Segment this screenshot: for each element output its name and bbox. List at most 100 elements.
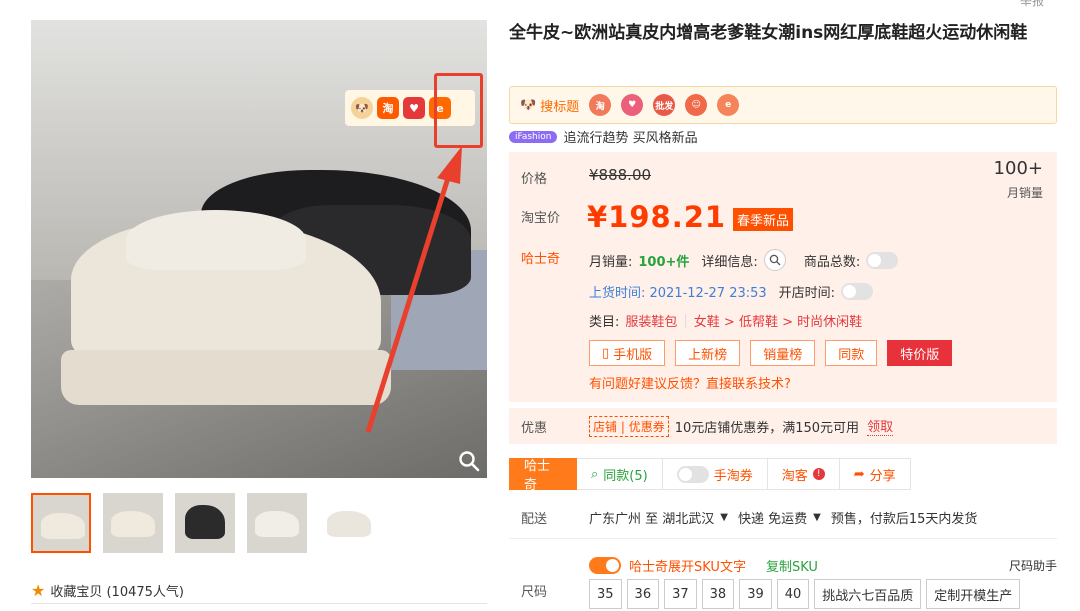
monthly-label: 月销量: <box>589 254 633 270</box>
hsq-label: 哈士奇 <box>521 252 561 267</box>
tab-hsq[interactable]: 哈士奇 <box>509 458 577 493</box>
monthly-sales-label: 月销量 <box>1006 186 1043 200</box>
hsq-stats-row: 月销量: 100+件 详细信息: 商品总数: <box>589 249 899 271</box>
thumbnail[interactable] <box>247 493 307 553</box>
thumbnail[interactable] <box>31 493 91 553</box>
alert-icon: ! <box>812 468 825 480</box>
total-toggle[interactable] <box>866 251 899 269</box>
tab-taoke[interactable]: 淘客 ! <box>767 458 840 490</box>
size-option[interactable]: 39 <box>739 579 772 609</box>
sku-expand-label: 哈士奇展开SKU文字 <box>629 560 746 575</box>
tab-taoquan[interactable]: 手淘券 <box>662 458 768 490</box>
alibaba-icon[interactable]: e <box>717 94 740 116</box>
shipping-row: 配送 广东广州 至 湖北武汉 ▼ 快递 免运费 ▼ 预售，付款后15天内发货 <box>509 508 1057 527</box>
tab-same-label: 同款(5) <box>603 468 648 484</box>
taobao-price-label: 淘宝价 <box>521 211 561 226</box>
total-label: 商品总数: <box>803 254 861 270</box>
tab-share-label: 分享 <box>869 468 896 484</box>
thumbnail[interactable] <box>319 493 379 553</box>
star-icon: ★ <box>31 581 46 600</box>
search-title-label: 搜标题 <box>540 99 580 115</box>
dog-icon: 🐶 <box>520 97 537 113</box>
shipping-method[interactable]: 快递 免运费 <box>738 508 807 527</box>
zoom-icon[interactable] <box>458 450 480 472</box>
sku-expand-toggle[interactable] <box>589 557 621 574</box>
tab-taoke-label: 淘客 <box>781 468 808 484</box>
shop-time-label: 开店时间: <box>778 286 836 301</box>
coupon-tag: 店铺 | 优惠券 <box>589 415 669 437</box>
coupon-row: 优惠 店铺 | 优惠券 10元店铺优惠券，满150元可用 领取 <box>509 408 1057 444</box>
size-options: 35 36 37 38 39 40 挑战六七百品质 定制开模生产 <box>589 579 1021 609</box>
tab-same[interactable]: ⌕ 同款(5) <box>577 458 663 490</box>
monthly-sales-value: 100+ <box>993 158 1043 179</box>
original-price: ¥888.00 <box>589 166 652 184</box>
same-item-button[interactable]: 同款 <box>825 340 878 366</box>
wholesale-icon[interactable]: 批发 <box>653 94 676 116</box>
size-option[interactable]: 35 <box>589 579 622 609</box>
sales-ranking-button[interactable]: 销量榜 <box>750 340 816 366</box>
chevron-down-icon[interactable]: ▼ <box>720 512 728 523</box>
thumbnail[interactable] <box>103 493 163 553</box>
tab-taoquan-label: 手淘券 <box>713 468 753 484</box>
thumbnail-list <box>31 493 379 553</box>
plugin-toolbar: 🐶 搜标题 淘 ♥ 批发 ☺ e <box>509 86 1057 124</box>
size-label: 尺码 <box>521 585 548 600</box>
product-page: 举报 🐶 淘 ♥ e ★ 收藏宝贝 (10475人气) 全牛皮~欧洲站真皮内增高… <box>0 0 1080 611</box>
share-icon: ➦ <box>853 466 865 482</box>
tab-share[interactable]: ➦ 分享 <box>839 458 911 490</box>
category-label: 类目: <box>589 315 620 330</box>
special-price-button[interactable]: 特价版 <box>887 340 953 366</box>
phone-icon: ▯ <box>602 345 610 361</box>
divider <box>31 603 487 604</box>
mobile-version-label: 手机版 <box>613 347 653 363</box>
sku-toolbar: 哈士奇展开SKU文字 复制SKU 尺码助手 <box>589 556 1057 575</box>
get-coupon-link[interactable]: 领取 <box>867 416 894 436</box>
taoquan-toggle[interactable] <box>676 465 709 483</box>
divider <box>509 538 1057 539</box>
favorite-button[interactable]: ★ 收藏宝贝 (10475人气) <box>31 581 184 600</box>
search-icon[interactable] <box>763 249 786 271</box>
size-option[interactable]: 挑战六七百品质 <box>814 579 922 609</box>
new-ranking-button[interactable]: 上新榜 <box>675 340 741 366</box>
ifashion-badge: iFashion <box>509 130 558 143</box>
fashion-banner[interactable]: iFashion 追流行趋势 买风格新品 <box>509 127 698 146</box>
search-title-button[interactable]: 🐶 搜标题 <box>520 96 579 115</box>
thumbnail[interactable] <box>175 493 235 553</box>
smile-icon[interactable]: ☺ <box>685 94 708 116</box>
price-label: 价格 <box>521 172 548 187</box>
product-title: 全牛皮~欧洲站真皮内增高老爹鞋女潮ins网红厚底鞋超火运动休闲鞋 <box>509 23 1028 43</box>
size-option[interactable]: 36 <box>626 579 660 609</box>
heart-icon[interactable]: ♥ <box>621 94 644 116</box>
category-path[interactable]: 女鞋 > 低帮鞋 > 时尚休闲鞋 <box>694 311 862 330</box>
shipping-label: 配送 <box>521 512 548 527</box>
fashion-text: 追流行趋势 买风格新品 <box>563 131 698 146</box>
plugin-tabs: 哈士奇 ⌕ 同款(5) 手淘券 淘客 ! ➦ 分享 <box>509 458 911 493</box>
shipping-note: 预售，付款后15天内发货 <box>830 512 978 527</box>
taobao-price: ¥198.21 <box>587 200 727 234</box>
hsq-time-row: 上货时间: 2021-12-27 23:53 开店时间: <box>589 282 874 301</box>
taobao-icon[interactable]: 淘 <box>589 94 612 116</box>
category-main[interactable]: 服装鞋包 <box>625 311 677 330</box>
spring-new-badge: 春季新品 <box>733 208 794 231</box>
coupon-text: 10元店铺优惠券，满150元可用 <box>674 420 860 436</box>
monthly-value: 100+件 <box>638 254 690 270</box>
feedback-link[interactable]: 有问题好建议反馈？直接联系技术? <box>589 373 791 392</box>
hsq-button-row: ▯ 手机版 上新榜 销量榜 同款 特价版 <box>589 340 953 366</box>
size-option[interactable]: 37 <box>664 579 697 609</box>
coupon-label: 优惠 <box>521 420 548 436</box>
search-icon: ⌕ <box>591 466 599 482</box>
listed-time: 上货时间: 2021-12-27 23:53 <box>589 286 767 301</box>
mobile-version-button[interactable]: ▯ 手机版 <box>589 340 666 366</box>
size-option[interactable]: 40 <box>776 579 810 609</box>
shipping-route[interactable]: 广东广州 至 湖北武汉 <box>589 508 714 527</box>
favorite-label: 收藏宝贝 (10475人气) <box>50 585 184 600</box>
copy-sku-button[interactable]: 复制SKU <box>766 556 818 575</box>
size-option[interactable]: 38 <box>701 579 735 609</box>
size-option[interactable]: 定制开模生产 <box>926 579 1021 609</box>
price-panel: 价格 ¥888.00 100+ 月销量 淘宝价 ¥198.21 春季新品 哈士奇… <box>509 152 1057 402</box>
category-row: 类目: 服装鞋包 | 女鞋 > 低帮鞋 > 时尚休闲鞋 <box>589 311 863 330</box>
detail-label: 详细信息: <box>701 254 758 270</box>
size-helper-link[interactable]: 尺码助手 <box>1009 557 1057 574</box>
shop-time-toggle[interactable] <box>841 283 874 300</box>
chevron-down-icon[interactable]: ▼ <box>813 512 821 523</box>
